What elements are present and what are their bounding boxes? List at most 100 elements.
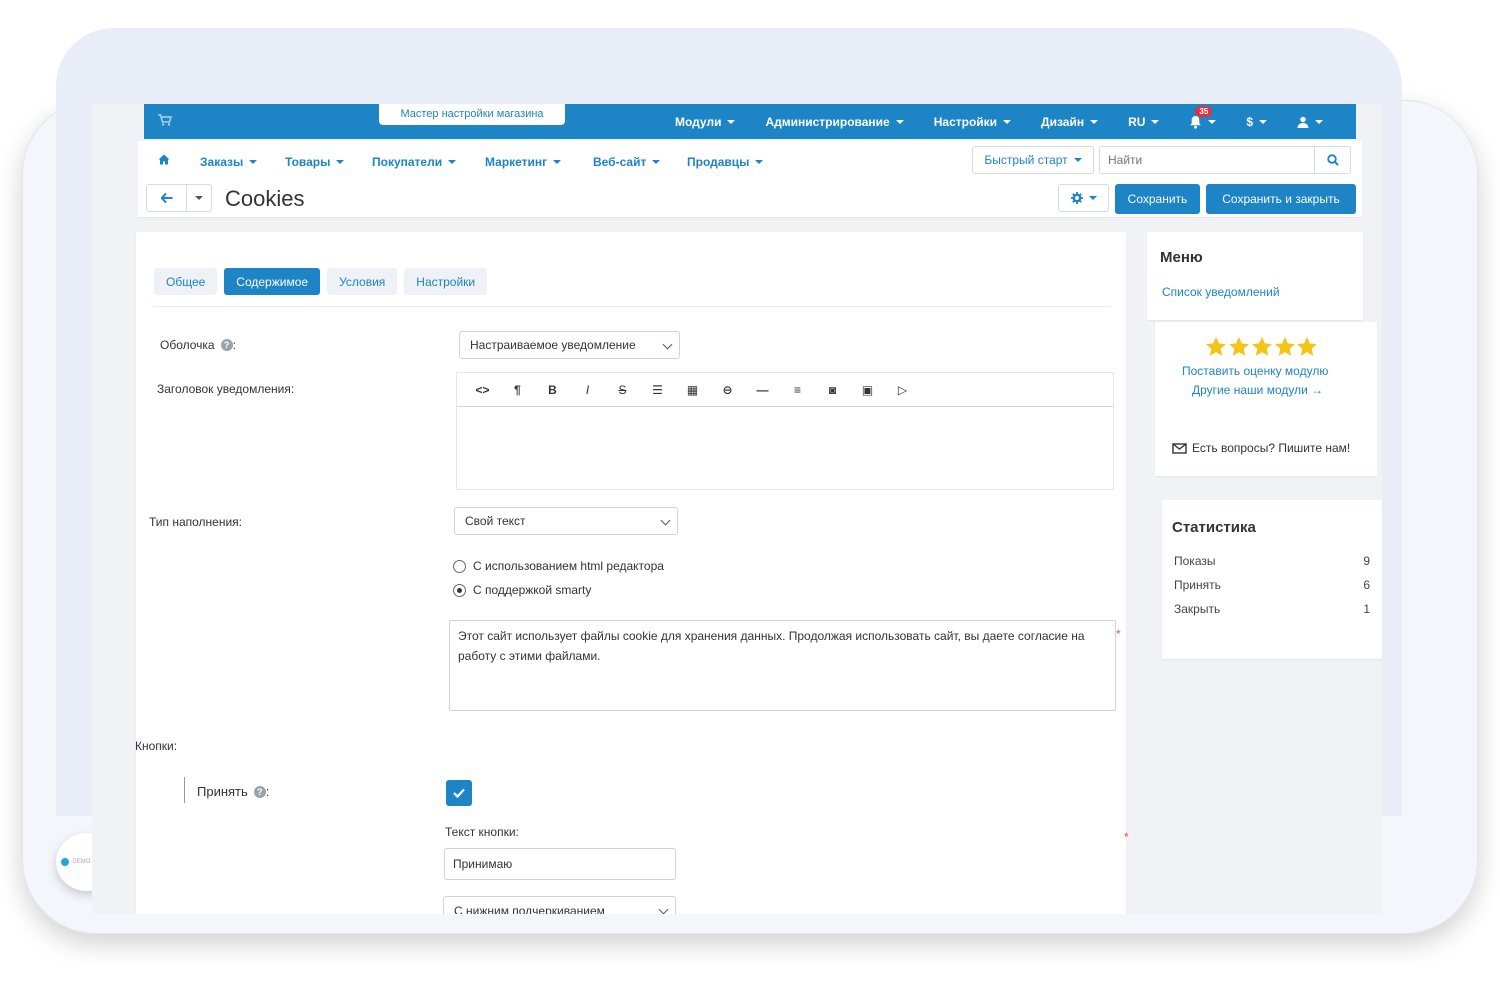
stat-label: Принять [1174,578,1221,592]
quick-start-button[interactable]: Быстрый старт [972,146,1094,174]
image-icon[interactable]: ▣ [850,383,885,397]
home-icon[interactable] [158,154,170,165]
required-marker: * [1116,627,1121,641]
content-textarea[interactable]: Этот сайт использует файлы cookie для хр… [449,620,1116,711]
back-dropdown-toggle[interactable] [187,185,211,211]
user-menu[interactable] [1297,116,1324,128]
chevron-down-icon [895,119,904,124]
nav-orders[interactable]: Заказы [200,155,258,169]
radio-circle [453,559,466,573]
unordered-list-icon[interactable]: ☰ [640,383,675,397]
menu-label: Настройки [933,114,998,129]
menu-currency[interactable]: $ [1246,115,1268,129]
horizontal-rule-icon[interactable]: — [745,383,780,397]
stat-label: Показы [1174,554,1216,568]
radio-smarty[interactable]: С поддержкой smarty [453,583,591,597]
table-icon[interactable]: ▦ [675,383,710,397]
stat-value: 6 [1363,578,1370,592]
tab-conditions[interactable]: Условия [327,268,398,295]
accept-label: Принять?: [197,784,269,799]
tab-general[interactable]: Общее [154,268,218,295]
underline-select-value: С нижним подчеркиванием [454,904,605,914]
header-label: Заголовок уведомления: [157,382,295,396]
notifications-button[interactable]: 35 [1189,105,1217,129]
notifications-list-link[interactable]: Список уведомлений [1162,285,1280,299]
chevron-down-icon [1208,119,1217,124]
chevron-down-icon [662,339,673,350]
strikethrough-icon[interactable]: S [605,383,640,397]
menu-administration[interactable]: Администрирование [765,114,904,129]
cart-icon[interactable] [158,114,173,129]
chevron-down-icon [336,160,345,164]
code-icon[interactable]: <> [465,383,500,397]
menu-settings[interactable]: Настройки [933,114,1012,129]
menu-design[interactable]: Дизайн [1041,114,1099,129]
radio-circle [453,583,466,597]
nav-website[interactable]: Веб-сайт [593,155,661,169]
bell-icon [1190,115,1202,129]
settings-dropdown-button[interactable] [1058,184,1109,212]
nav-customers[interactable]: Покупатели [372,155,457,169]
envelope-icon [1172,442,1187,454]
label-colon: : [265,784,270,799]
search-icon[interactable] [1314,147,1350,173]
contact-label: Есть вопросы? Пишите нам! [1192,441,1351,455]
editor-toolbar: <> ¶ B I S ☰ ▦ ⊖ — ≡ ◙ ▣ ▷ [457,373,1113,407]
save-and-close-button[interactable]: Сохранить и закрыть [1206,184,1356,214]
fill-type-select[interactable]: Свой текст [454,507,678,535]
font-color-icon[interactable]: ◙ [815,383,850,397]
chevron-down-icon [660,515,671,526]
radio-label: С поддержкой smarty [473,583,592,597]
chevron-down-icon [249,160,258,164]
stat-value: 1 [1363,602,1370,616]
accept-label-text: Принять [197,784,248,799]
rate-module-link[interactable]: Поставить оценку модулю [1182,364,1328,378]
menu-label: Администрирование [765,114,890,129]
page-titlebar: Cookies Сохранить Сохранить и закрыть [138,180,1362,218]
nav-products[interactable]: Товары [285,155,345,169]
nav-sellers[interactable]: Продавцы [687,155,764,169]
editor-body[interactable] [457,407,1113,489]
chevron-down-icon [1259,119,1268,124]
bold-icon[interactable]: B [535,383,570,397]
help-icon[interactable]: ? [220,339,233,351]
stat-label: Закрыть [1174,602,1221,616]
menu-language[interactable]: RU [1128,115,1160,129]
fill-type-label: Тип наполнения: [149,515,243,529]
accept-checkbox[interactable] [446,780,472,806]
underline-style-select[interactable]: С нижним подчеркиванием [443,896,676,914]
wrapper-select[interactable]: Настраиваемое уведомление [459,331,680,359]
video-icon[interactable]: ▷ [885,383,920,397]
menu-label: Дизайн [1041,114,1085,129]
nav-label: Заказы [200,155,244,169]
main-form-card: Общее Содержимое Условия Настройки Оболо… [135,232,1129,914]
rating-stars[interactable] [1205,336,1317,365]
tab-settings[interactable]: Настройки [404,268,488,295]
search-input[interactable] [1100,147,1310,173]
tab-content[interactable]: Содержимое [224,268,321,295]
other-modules-link[interactable]: Другие наши модули → [1192,383,1323,397]
wrapper-select-value: Настраиваемое уведомление [470,338,636,352]
menu-label: Модули [675,114,722,129]
star-icons [1206,337,1317,356]
link-icon[interactable]: ⊖ [710,383,745,397]
chevron-down-icon [553,160,562,164]
statistics-title: Статистика [1172,519,1256,536]
radio-html-editor[interactable]: С использованием html редактора [453,559,664,573]
radio-label: С использованием html редактора [473,559,664,573]
button-text-input[interactable]: Принимаю [444,848,676,880]
arrow-left-icon[interactable] [147,185,187,211]
secondary-navbar: Заказы Товары Покупатели Маркетинг Веб-с… [138,141,1362,181]
nav-label: Продавцы [687,155,750,169]
setup-wizard-button[interactable]: Мастер настройки магазина [379,104,565,125]
nav-marketing[interactable]: Маркетинг [485,155,562,169]
check-icon [453,788,465,798]
italic-icon[interactable]: I [570,383,605,397]
menu-modules[interactable]: Модули [675,114,736,129]
contact-link[interactable]: Есть вопросы? Пишите нам! [1172,441,1350,455]
search-box [1099,146,1351,174]
save-button[interactable]: Сохранить [1115,184,1200,214]
help-icon[interactable]: ? [253,785,266,798]
paragraph-icon[interactable]: ¶ [500,383,535,397]
align-icon[interactable]: ≡ [780,383,815,397]
